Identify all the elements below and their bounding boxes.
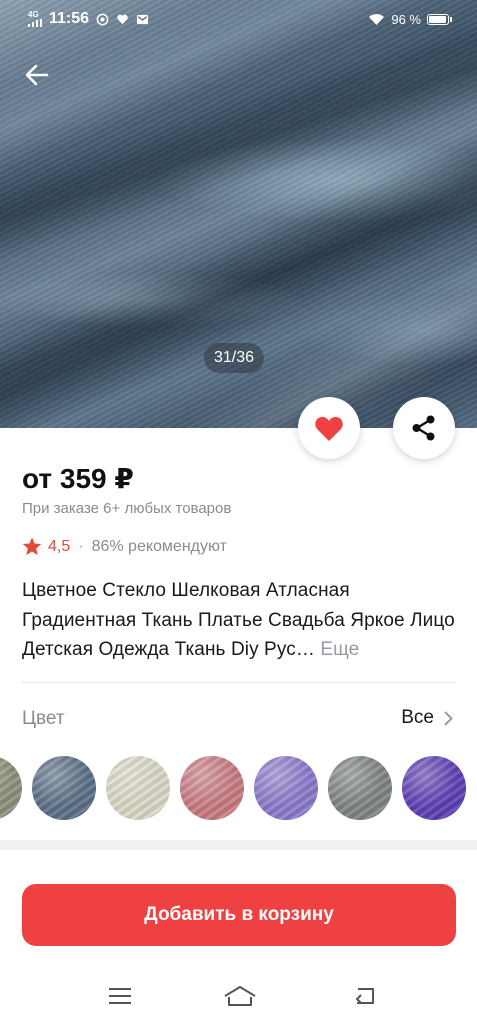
- image-counter: 31/36: [204, 343, 265, 373]
- arrow-left-icon: [25, 64, 49, 86]
- favorite-button[interactable]: [298, 397, 360, 459]
- menu-icon: [109, 988, 131, 1004]
- heart-notification-icon: [117, 14, 128, 24]
- system-nav-bar: [0, 970, 477, 1024]
- more-link[interactable]: Еще: [320, 639, 359, 660]
- color-label: Цвет: [22, 708, 65, 729]
- product-price: от 359 ₽: [22, 463, 134, 494]
- back-nav-icon: [355, 988, 374, 1004]
- color-swatch[interactable]: [0, 756, 22, 820]
- chevron-right-icon: [444, 711, 453, 725]
- color-swatch[interactable]: [106, 756, 170, 820]
- heart-icon: [315, 416, 343, 441]
- section-separator: [0, 840, 477, 850]
- color-swatches: [0, 756, 477, 822]
- divider: [22, 682, 456, 683]
- mail-icon: [136, 14, 149, 24]
- color-swatch[interactable]: [402, 756, 466, 820]
- all-colors-link[interactable]: Все: [401, 707, 453, 729]
- status-time: 11:56: [49, 10, 90, 27]
- signal-icon: 4G: [28, 11, 42, 27]
- battery-percent: 96 %: [391, 11, 421, 27]
- wifi-icon: [369, 13, 385, 25]
- back-button[interactable]: [18, 56, 56, 94]
- color-swatch[interactable]: [32, 756, 96, 820]
- status-bar: 4G 11:56 96 %: [0, 0, 477, 38]
- separator-dot: ·: [78, 537, 84, 555]
- menu-nav-button[interactable]: [105, 982, 135, 1010]
- rating-value: 4,5: [48, 537, 71, 555]
- color-swatch[interactable]: [254, 756, 318, 820]
- product-title[interactable]: Цветное Стекло Шелковая Атласная Градиен…: [22, 576, 458, 665]
- color-swatch[interactable]: [328, 756, 392, 820]
- share-icon: [412, 415, 435, 441]
- add-to-cart-button[interactable]: Добавить в корзину: [22, 884, 456, 946]
- record-icon: [96, 13, 109, 25]
- all-colors-label: Все: [401, 707, 434, 728]
- back-nav-button[interactable]: [350, 982, 380, 1010]
- recommend-text: 86% рекомендуют: [91, 537, 227, 555]
- price-condition: При заказе 6+ любых товаров: [22, 500, 232, 517]
- network-type: 4G: [28, 10, 39, 19]
- product-title-text: Цветное Стекло Шелковая Атласная Градиен…: [22, 580, 455, 660]
- home-icon: [224, 986, 256, 1006]
- star-icon: [22, 537, 42, 555]
- rating-row[interactable]: 4,5 · 86% рекомендуют: [22, 537, 227, 556]
- color-swatch[interactable]: [180, 756, 244, 820]
- battery-icon: [427, 13, 452, 25]
- home-nav-button[interactable]: [222, 982, 258, 1010]
- share-button[interactable]: [393, 397, 455, 459]
